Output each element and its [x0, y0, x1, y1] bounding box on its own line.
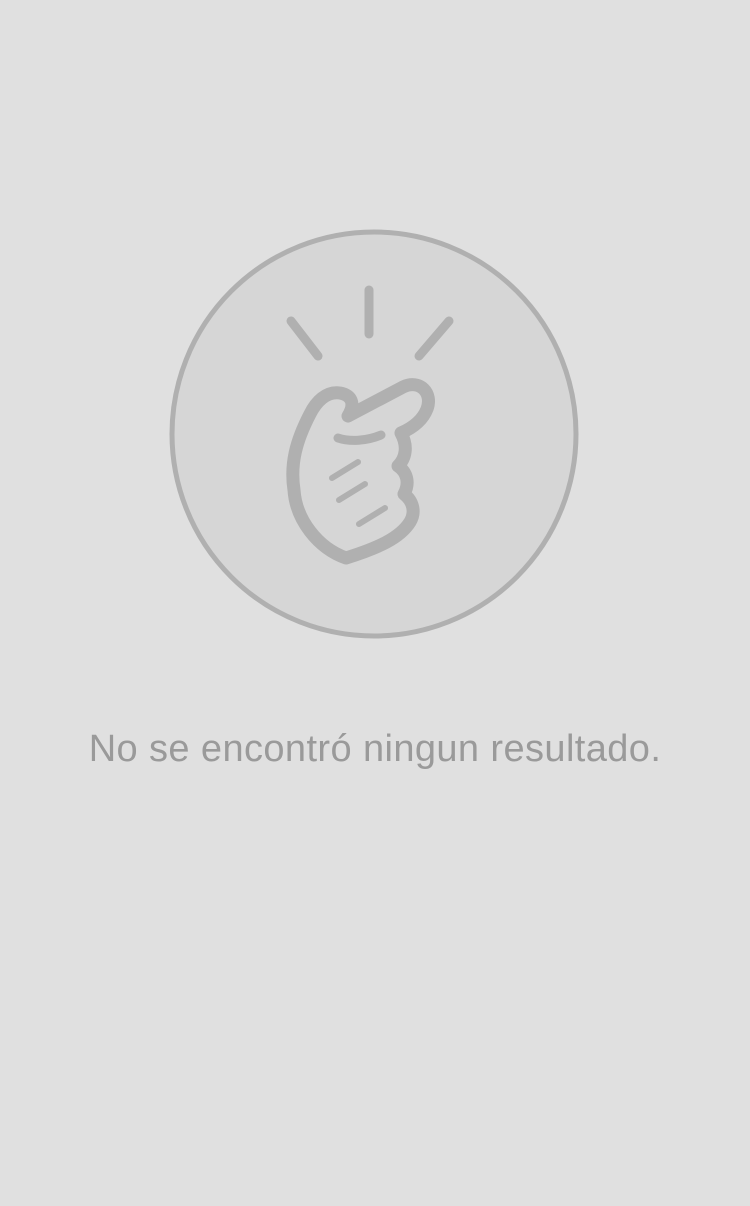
no-results-message: No se encontró ningun resultado. — [88, 728, 662, 770]
empty-state-illustration — [168, 228, 580, 640]
empty-state: No se encontró ningun resultado. — [0, 0, 750, 1206]
snapping-fingers-hand-icon — [169, 229, 579, 639]
